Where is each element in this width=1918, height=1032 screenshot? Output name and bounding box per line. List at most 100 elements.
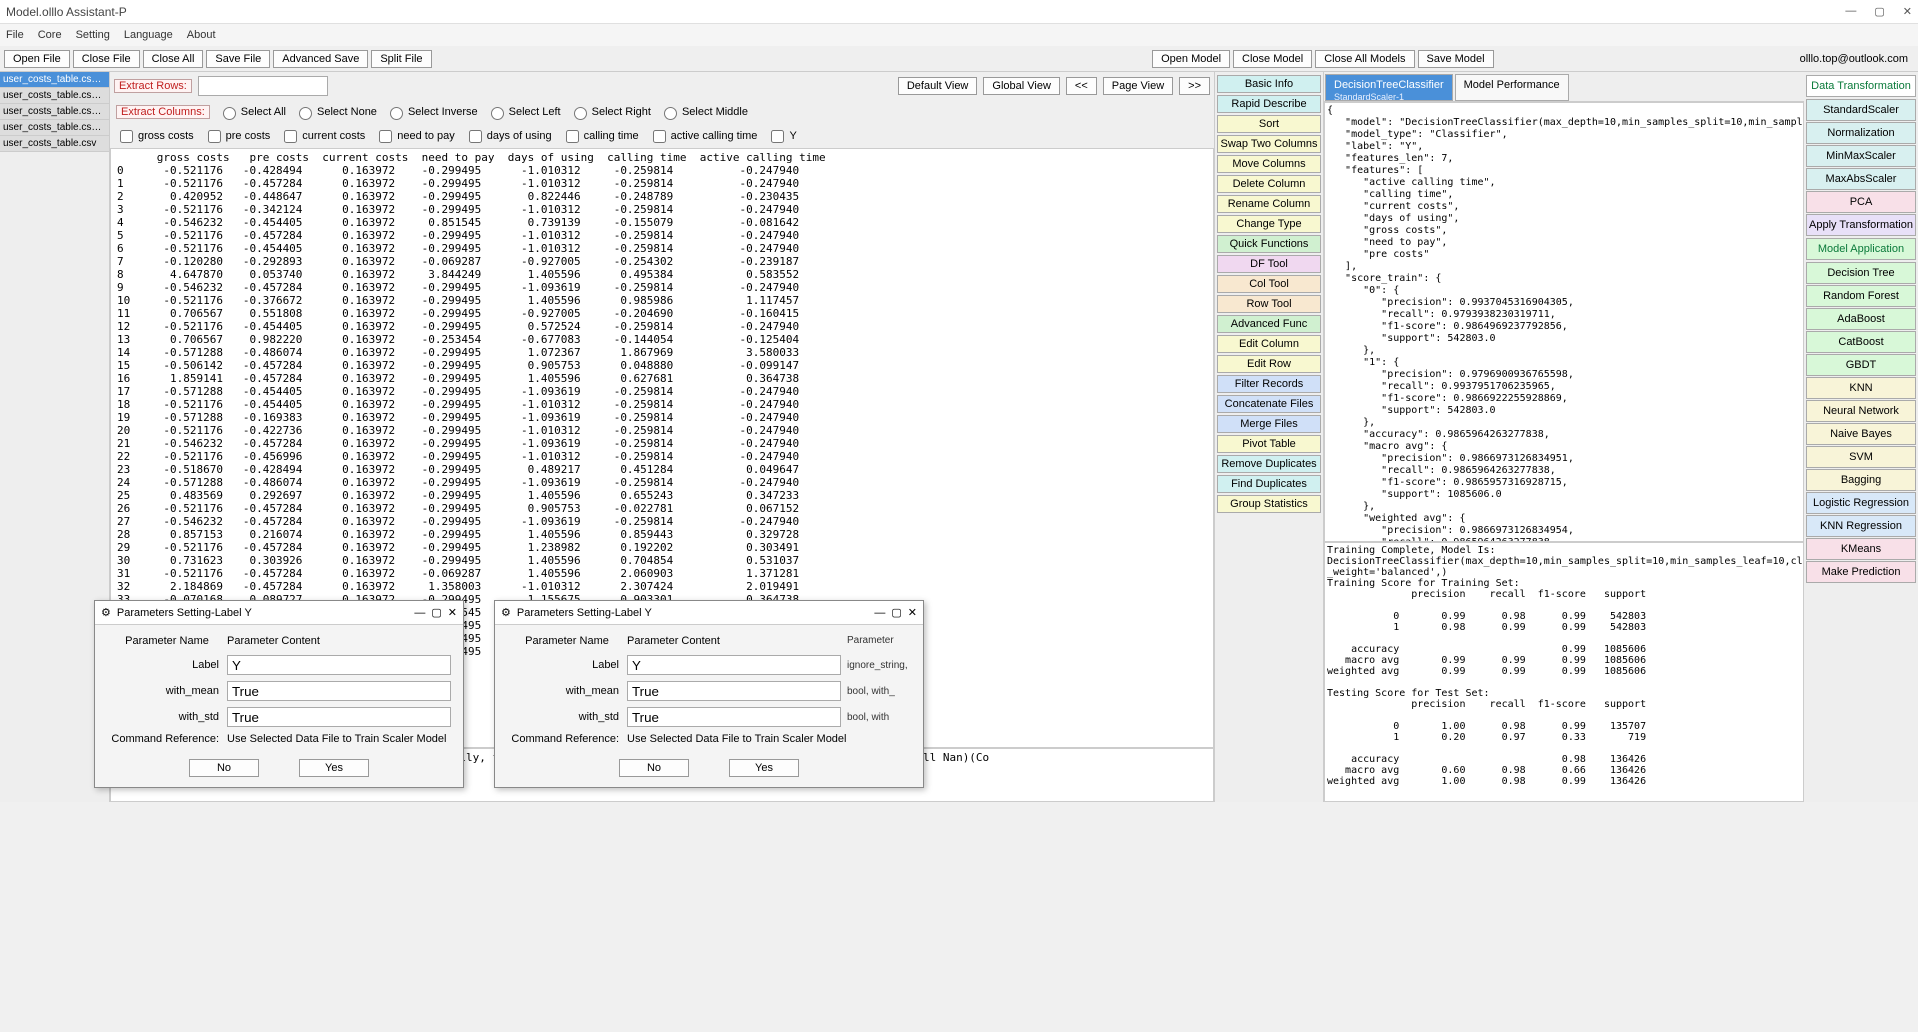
with-std-input[interactable] [627,707,841,727]
action-group-statistics[interactable]: Group Statistics [1217,495,1321,513]
column-check[interactable]: need to pay [375,127,455,146]
extract-rows-input[interactable] [198,76,328,96]
dialog-close-icon[interactable]: ✕ [448,606,457,619]
action-move-columns[interactable]: Move Columns [1217,155,1321,173]
action-sort[interactable]: Sort [1217,115,1321,133]
split-file-button[interactable]: Split File [371,50,431,68]
file-tab[interactable]: user_costs_table.csv(Cor [0,104,109,120]
column-check[interactable]: Y [767,127,796,146]
label-input[interactable] [227,655,451,675]
default-view-button[interactable]: Default View [898,77,978,95]
dialog-minimize-icon[interactable]: — [874,607,885,619]
action-rapid-describe[interactable]: Rapid Describe [1217,95,1321,113]
dialog-maximize-icon[interactable]: ▢ [431,606,441,619]
close-file-button[interactable]: Close File [73,50,140,68]
file-tab[interactable]: user_costs_table.csv [0,136,109,152]
action-df-tool[interactable]: DF Tool [1217,255,1321,273]
action-remove-duplicates[interactable]: Remove Duplicates [1217,455,1321,473]
action-find-duplicates[interactable]: Find Duplicates [1217,475,1321,493]
label-input[interactable] [627,655,841,675]
algo-adaboost[interactable]: AdaBoost [1806,308,1916,330]
next-page-button[interactable]: >> [1179,77,1210,95]
dialog-no-button[interactable]: No [189,759,259,777]
column-check[interactable]: active calling time [649,127,758,146]
select-all-radio[interactable]: Select All [218,104,286,120]
select-inverse-radio[interactable]: Select Inverse [385,104,478,120]
with-mean-input[interactable] [227,681,451,701]
file-tab[interactable]: user_costs_table.csv(Cor [0,72,109,88]
select-left-radio[interactable]: Select Left [486,104,561,120]
global-view-button[interactable]: Global View [983,77,1060,95]
column-check[interactable]: days of using [465,127,552,146]
action-filter-records[interactable]: Filter Records [1217,375,1321,393]
model-tab-classifier[interactable]: DecisionTreeClassifier StandardScaler-1 [1325,74,1453,101]
action-row-tool[interactable]: Row Tool [1217,295,1321,313]
maximize-icon[interactable]: ▢ [1874,5,1884,18]
algo-standardscaler[interactable]: StandardScaler [1806,99,1916,121]
action-swap-two-columns[interactable]: Swap Two Columns [1217,135,1321,153]
algo-decision-tree[interactable]: Decision Tree [1806,262,1916,284]
menu-language[interactable]: Language [124,29,173,41]
algo-maxabsscaler[interactable]: MaxAbsScaler [1806,168,1916,190]
algo-bagging[interactable]: Bagging [1806,469,1916,491]
with-std-input[interactable] [227,707,451,727]
dialog-yes-button[interactable]: Yes [729,759,799,777]
algo-logistic-regression[interactable]: Logistic Regression [1806,492,1916,514]
save-model-button[interactable]: Save Model [1418,50,1494,68]
algo-normalization[interactable]: Normalization [1806,122,1916,144]
algo-apply-transformation[interactable]: Apply Transformation [1806,214,1916,236]
close-all-models-button[interactable]: Close All Models [1315,50,1414,68]
action-basic-info[interactable]: Basic Info [1217,75,1321,93]
algo-kmeans[interactable]: KMeans [1806,538,1916,560]
algo-naive-bayes[interactable]: Naive Bayes [1806,423,1916,445]
select-middle-radio[interactable]: Select Middle [659,104,748,120]
action-col-tool[interactable]: Col Tool [1217,275,1321,293]
minimize-icon[interactable]: — [1845,5,1856,18]
close-model-button[interactable]: Close Model [1233,50,1312,68]
column-check[interactable]: pre costs [204,127,271,146]
action-pivot-table[interactable]: Pivot Table [1217,435,1321,453]
open-model-button[interactable]: Open Model [1152,50,1230,68]
file-tab[interactable]: user_costs_table.csv(Cor [0,88,109,104]
model-tab-performance[interactable]: Model Performance [1455,74,1569,101]
action-merge-files[interactable]: Merge Files [1217,415,1321,433]
menu-setting[interactable]: Setting [76,29,110,41]
advanced-save-button[interactable]: Advanced Save [273,50,368,68]
menu-core[interactable]: Core [38,29,62,41]
action-delete-column[interactable]: Delete Column [1217,175,1321,193]
save-file-button[interactable]: Save File [206,50,270,68]
dialog-close-icon[interactable]: ✕ [908,606,917,619]
action-edit-row[interactable]: Edit Row [1217,355,1321,373]
algo-make-prediction[interactable]: Make Prediction [1806,561,1916,583]
algo-gbdt[interactable]: GBDT [1806,354,1916,376]
algo-svm[interactable]: SVM [1806,446,1916,468]
close-all-button[interactable]: Close All [143,50,204,68]
algo-pca[interactable]: PCA [1806,191,1916,213]
model-json-view[interactable]: { "model": "DecisionTreeClassifier(max_d… [1324,102,1804,542]
file-tab[interactable]: user_costs_table.csv(Cor [0,120,109,136]
dialog-no-button[interactable]: No [619,759,689,777]
algo-catboost[interactable]: CatBoost [1806,331,1916,353]
action-change-type[interactable]: Change Type [1217,215,1321,233]
menu-about[interactable]: About [187,29,216,41]
action-advanced-func[interactable]: Advanced Func [1217,315,1321,333]
column-check[interactable]: gross costs [116,127,194,146]
dialog-maximize-icon[interactable]: ▢ [891,606,901,619]
algo-minmaxscaler[interactable]: MinMaxScaler [1806,145,1916,167]
page-view-button[interactable]: Page View [1103,77,1173,95]
algo-knn[interactable]: KNN [1806,377,1916,399]
algo-random-forest[interactable]: Random Forest [1806,285,1916,307]
algo-knn-regression[interactable]: KNN Regression [1806,515,1916,537]
algo-neural-network[interactable]: Neural Network [1806,400,1916,422]
action-rename-column[interactable]: Rename Column [1217,195,1321,213]
action-quick-functions[interactable]: Quick Functions [1217,235,1321,253]
column-check[interactable]: calling time [562,127,639,146]
dialog-yes-button[interactable]: Yes [299,759,369,777]
close-icon[interactable]: ✕ [1903,5,1912,18]
action-edit-column[interactable]: Edit Column [1217,335,1321,353]
with-mean-input[interactable] [627,681,841,701]
prev-page-button[interactable]: << [1066,77,1097,95]
select-none-radio[interactable]: Select None [294,104,377,120]
dialog-minimize-icon[interactable]: — [414,607,425,619]
open-file-button[interactable]: Open File [4,50,70,68]
